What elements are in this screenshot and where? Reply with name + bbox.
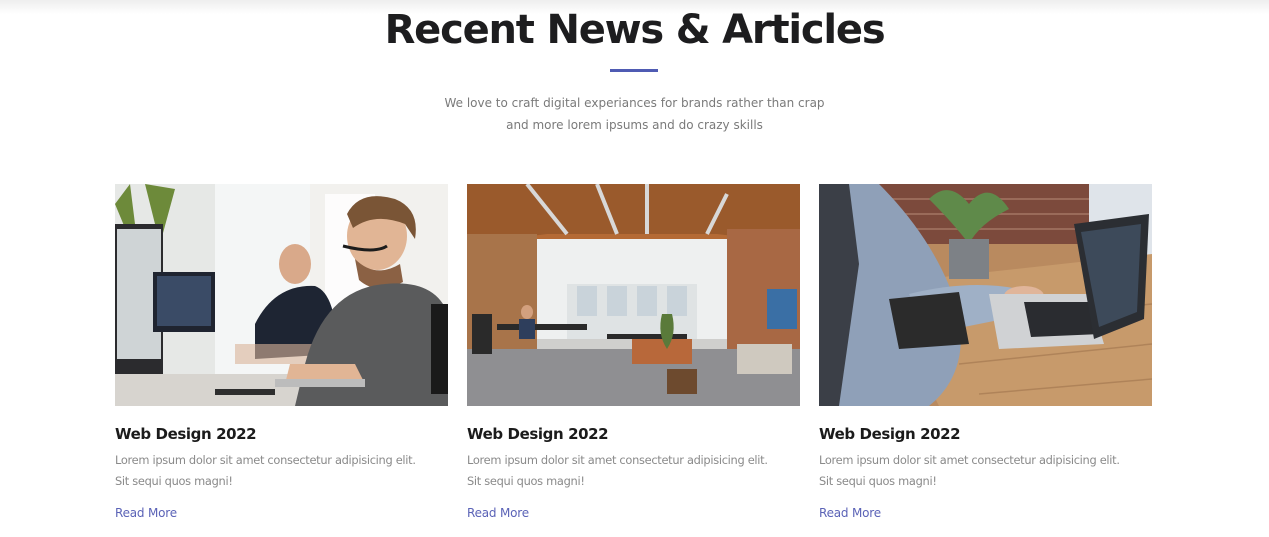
excerpt-line-2: Sit sequi quos magni! — [819, 474, 937, 488]
excerpt-line-1: Lorem ipsum dolor sit amet consectetur a… — [819, 453, 1120, 467]
article-card: Web Design 2022 Lorem ipsum dolor sit am… — [467, 184, 800, 521]
excerpt-line-2: Sit sequi quos magni! — [115, 474, 233, 488]
excerpt-line-2: Sit sequi quos magni! — [467, 474, 585, 488]
subtitle-line-1: We love to craft digital experiances for… — [444, 96, 825, 110]
article-card: Web Design 2022 Lorem ipsum dolor sit am… — [819, 184, 1152, 521]
section-title: Recent News & Articles — [384, 7, 886, 53]
excerpt-line-1: Lorem ipsum dolor sit amet consectetur a… — [115, 453, 416, 467]
excerpt-line-1: Lorem ipsum dolor sit amet consectetur a… — [467, 453, 768, 467]
article-card: Web Design 2022 Lorem ipsum dolor sit am… — [115, 184, 448, 521]
article-excerpt: Lorem ipsum dolor sit amet consectetur a… — [115, 450, 448, 492]
article-image-developers[interactable] — [115, 184, 448, 406]
article-title: Web Design 2022 — [819, 425, 961, 443]
read-more-link[interactable]: Read More — [467, 506, 529, 520]
read-more-link[interactable]: Read More — [115, 506, 177, 520]
article-image-office[interactable] — [467, 184, 800, 406]
article-excerpt: Lorem ipsum dolor sit amet consectetur a… — [467, 450, 800, 492]
article-image-laptop[interactable] — [819, 184, 1152, 406]
article-title: Web Design 2022 — [115, 425, 257, 443]
article-excerpt: Lorem ipsum dolor sit amet consectetur a… — [819, 450, 1152, 492]
title-underline — [610, 69, 658, 72]
section-subtitle: We love to craft digital experiances for… — [0, 92, 1269, 136]
subtitle-line-2: and more lorem ipsums and do crazy skill… — [506, 118, 763, 132]
read-more-link[interactable]: Read More — [819, 506, 881, 520]
article-title: Web Design 2022 — [467, 425, 609, 443]
